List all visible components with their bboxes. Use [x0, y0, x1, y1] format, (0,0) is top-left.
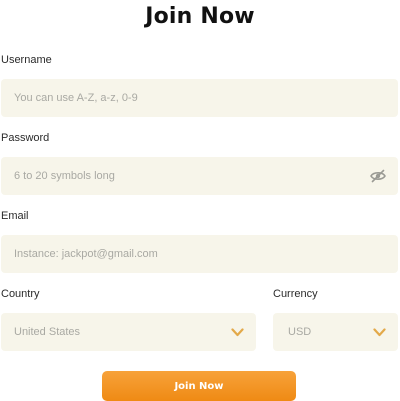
username-field-container — [1, 79, 398, 117]
currency-select[interactable]: USD — [273, 313, 398, 351]
eye-slash-icon[interactable] — [370, 169, 386, 183]
chevron-down-icon — [231, 327, 244, 337]
email-label: Email — [1, 210, 29, 222]
currency-label: Currency — [273, 288, 318, 300]
password-input[interactable] — [14, 157, 370, 195]
chevron-down-icon — [373, 327, 386, 337]
page-title: Join Now — [145, 4, 255, 29]
country-select[interactable]: United States — [1, 313, 256, 351]
country-label: Country — [1, 288, 40, 300]
join-now-button[interactable]: Join Now — [102, 371, 296, 401]
username-label: Username — [1, 54, 52, 66]
username-input[interactable] — [14, 79, 386, 117]
email-field-container — [1, 235, 398, 273]
country-selected-value: United States — [14, 326, 81, 338]
password-label: Password — [1, 132, 50, 144]
email-input[interactable] — [14, 235, 386, 273]
currency-selected-value: USD — [288, 326, 312, 338]
password-field-container — [1, 157, 398, 195]
